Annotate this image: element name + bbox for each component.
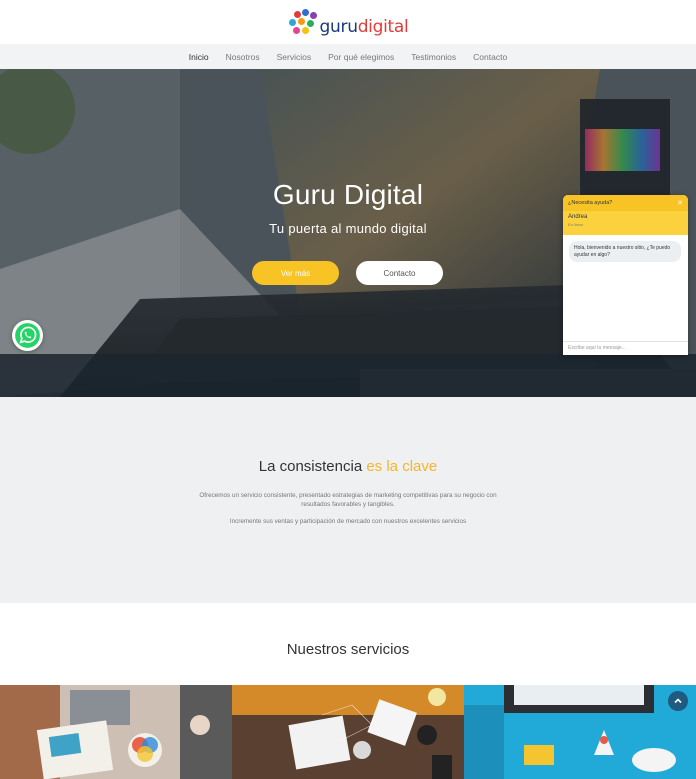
- ver-mas-button[interactable]: Ver más: [252, 261, 339, 285]
- nav-item-por-que-elegimos[interactable]: Por qué elegimos: [328, 52, 394, 62]
- consistency-paragraph-1: Ofrecemos un servicio consistente, prese…: [199, 492, 497, 508]
- service-image-marketing[interactable]: [232, 685, 464, 779]
- chat-agent-info: Andrea En línea: [563, 210, 688, 235]
- nav-item-inicio[interactable]: Inicio: [189, 52, 209, 62]
- service-image-design[interactable]: [0, 685, 232, 779]
- chevron-up-icon: [674, 698, 682, 704]
- chat-agent-name: Andrea: [568, 214, 588, 220]
- nav-item-servicios[interactable]: Servicios: [277, 52, 311, 62]
- site-logo[interactable]: gurudigital: [288, 9, 409, 37]
- consistency-section: La consistencia es la clave Ofrecemos un…: [0, 397, 696, 603]
- chat-message: Hola, bienvenido a nuestro sitio, ¿Te pu…: [569, 241, 681, 262]
- scroll-to-top-button[interactable]: [668, 691, 688, 711]
- chat-message-input[interactable]: Escribe aquí tu mensaje...: [563, 341, 688, 355]
- services-images: [0, 685, 696, 779]
- chat-header[interactable]: ¿Necesita ayuda? ✕: [563, 195, 688, 210]
- chat-header-title: ¿Necesita ayuda?: [568, 199, 613, 206]
- chat-messages: Hola, bienvenido a nuestro sitio, ¿Te pu…: [563, 235, 688, 268]
- contacto-button[interactable]: Contacto: [356, 261, 443, 285]
- chat-widget[interactable]: ¿Necesita ayuda? ✕ Andrea En línea Hola,…: [563, 195, 688, 355]
- consistency-title: La consistencia es la clave: [258, 458, 438, 475]
- services-section: Nuestros servicios: [0, 603, 696, 685]
- logo-text: gurudigital: [319, 17, 409, 37]
- close-icon[interactable]: ✕: [677, 199, 683, 207]
- consistency-paragraph-2: Incremente sus ventas y participación de…: [229, 518, 467, 525]
- service-image-web[interactable]: [464, 685, 696, 779]
- whatsapp-button[interactable]: [12, 320, 43, 351]
- main-nav: Inicio Nosotros Servicios Por qué elegim…: [0, 44, 696, 69]
- nav-item-contacto[interactable]: Contacto: [473, 52, 507, 62]
- nav-item-nosotros[interactable]: Nosotros: [226, 52, 260, 62]
- site-header: gurudigital: [0, 0, 696, 44]
- whatsapp-icon: [15, 323, 40, 348]
- services-title: Nuestros servicios: [286, 641, 410, 658]
- nav-item-testimonios[interactable]: Testimonios: [411, 52, 456, 62]
- chat-agent-status: En línea: [568, 222, 583, 227]
- logo-dots-icon: [288, 9, 318, 37]
